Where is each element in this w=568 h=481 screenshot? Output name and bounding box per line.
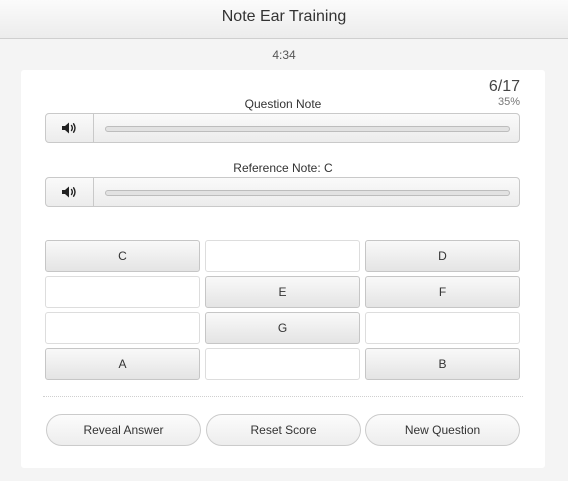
empty-note-slot xyxy=(205,240,360,272)
note-button-f[interactable]: F xyxy=(365,276,520,308)
divider xyxy=(43,396,523,397)
training-card: 6/17 35% Question Note Reference Note: C… xyxy=(21,70,545,468)
note-button-b[interactable]: B xyxy=(365,348,520,380)
score-count: 6/17 xyxy=(488,78,520,95)
reference-play-button[interactable] xyxy=(46,178,94,206)
reset-score-button[interactable]: Reset Score xyxy=(206,414,361,446)
note-button-a[interactable]: A xyxy=(45,348,200,380)
speaker-icon xyxy=(61,186,76,198)
app-header: Note Ear Training xyxy=(0,0,568,39)
question-play-button[interactable] xyxy=(46,114,94,142)
reference-progress-track[interactable] xyxy=(105,190,510,196)
empty-note-slot xyxy=(45,276,200,308)
note-button-d[interactable]: D xyxy=(365,240,520,272)
reveal-answer-button[interactable]: Reveal Answer xyxy=(46,414,201,446)
empty-note-slot xyxy=(365,312,520,344)
app-title: Note Ear Training xyxy=(221,8,347,25)
reference-audio-player xyxy=(45,177,520,207)
speaker-icon xyxy=(61,122,76,134)
question-audio-player xyxy=(45,113,520,143)
question-progress-track[interactable] xyxy=(105,126,510,132)
reference-note-label: Reference Note: C xyxy=(233,161,333,175)
new-question-button[interactable]: New Question xyxy=(365,414,520,446)
note-button-g[interactable]: G xyxy=(205,312,360,344)
note-button-e[interactable]: E xyxy=(205,276,360,308)
empty-note-slot xyxy=(45,312,200,344)
empty-note-slot xyxy=(205,348,360,380)
timer: 4:34 xyxy=(272,48,296,62)
note-button-c[interactable]: C xyxy=(45,240,200,272)
question-note-label: Question Note xyxy=(244,97,322,111)
